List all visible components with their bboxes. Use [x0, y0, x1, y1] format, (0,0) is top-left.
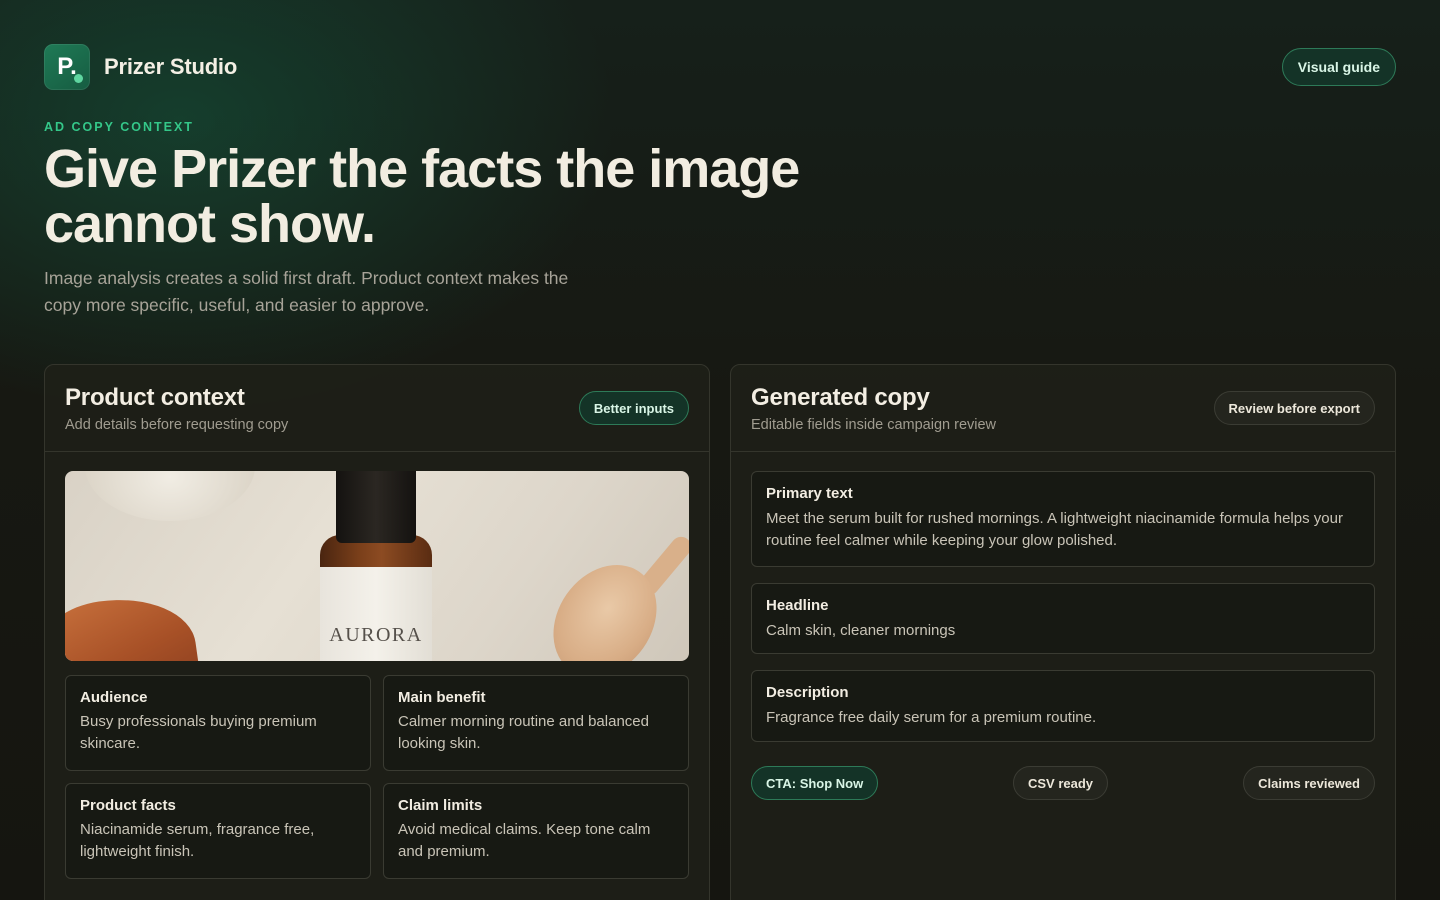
review-before-export-badge: Review before export: [1213, 391, 1375, 425]
field-value: Meet the serum built for rushed mornings…: [766, 510, 1343, 549]
csv-ready-tag: CSV ready: [1013, 766, 1109, 800]
bottle-cap: [336, 471, 416, 543]
product-context-title: Product context: [65, 383, 245, 411]
field-label: Audience: [80, 689, 148, 706]
product-facts-field[interactable]: Product facts Niacinamide serum, fragran…: [65, 783, 371, 879]
field-value: Busy professionals buying premium skinca…: [80, 713, 317, 752]
field-value: Niacinamide serum, fragrance free, light…: [80, 821, 315, 860]
claims-reviewed-tag: Claims reviewed: [1243, 766, 1375, 800]
generated-copy-header: Generated copy Editable fields inside ca…: [731, 365, 1395, 452]
terracotta-cloth: [65, 588, 201, 661]
headline-field[interactable]: Headline Calm skin, cleaner mornings: [751, 583, 1375, 654]
generated-copy-panel: Generated copy Editable fields inside ca…: [730, 364, 1396, 900]
generated-copy-title: Generated copy: [751, 383, 930, 411]
hero-eyebrow: AD COPY CONTEXT: [44, 120, 194, 134]
main-benefit-field[interactable]: Main benefit Calmer morning routine and …: [383, 675, 689, 771]
field-label: Primary text: [766, 485, 853, 502]
ceramic-dish: [85, 471, 255, 521]
context-fields: Audience Busy professionals buying premi…: [65, 675, 689, 879]
product-image: AURORA: [65, 471, 689, 661]
field-label: Main benefit: [398, 689, 486, 706]
field-value: Fragrance free daily serum for a premium…: [766, 709, 1097, 726]
hero-title: Give Prizer the facts the image cannot s…: [44, 139, 800, 254]
copy-tags: CTA: Shop Now CSV ready Claims reviewed: [751, 766, 1375, 800]
visual-guide-button[interactable]: Visual guide: [1281, 48, 1396, 86]
product-context-subtitle: Add details before requesting copy: [65, 416, 289, 433]
bottle-label: AURORA: [320, 567, 432, 661]
brand[interactable]: P. Prizer Studio: [44, 44, 237, 90]
primary-text-field[interactable]: Primary text Meet the serum built for ru…: [751, 471, 1375, 567]
field-value: Calmer morning routine and balanced look…: [398, 713, 649, 752]
app-name: Prizer Studio: [104, 54, 238, 79]
field-label: Claim limits: [398, 797, 483, 814]
generated-copy-subtitle: Editable fields inside campaign review: [751, 416, 997, 433]
field-label: Product facts: [80, 797, 176, 814]
better-inputs-badge: Better inputs: [578, 391, 689, 425]
description-field[interactable]: Description Fragrance free daily serum f…: [751, 670, 1375, 742]
field-value: Avoid medical claims. Keep tone calm and…: [398, 821, 651, 860]
hero-subtitle: Image analysis creates a solid first dra…: [44, 268, 569, 315]
field-label: Headline: [766, 597, 829, 614]
top-bar: P. Prizer Studio Visual guide: [44, 44, 1396, 90]
field-label: Description: [766, 684, 849, 701]
claim-limits-field[interactable]: Claim limits Avoid medical claims. Keep …: [383, 783, 689, 879]
logo-dot-icon: [74, 74, 83, 83]
app-logo: P.: [44, 44, 90, 90]
product-context-panel: Product context Add details before reque…: [44, 364, 710, 900]
product-context-header: Product context Add details before reque…: [45, 365, 709, 452]
audience-field[interactable]: Audience Busy professionals buying premi…: [65, 675, 371, 771]
field-value: Calm skin, cleaner mornings: [766, 622, 956, 639]
cta-tag: CTA: Shop Now: [751, 766, 879, 800]
